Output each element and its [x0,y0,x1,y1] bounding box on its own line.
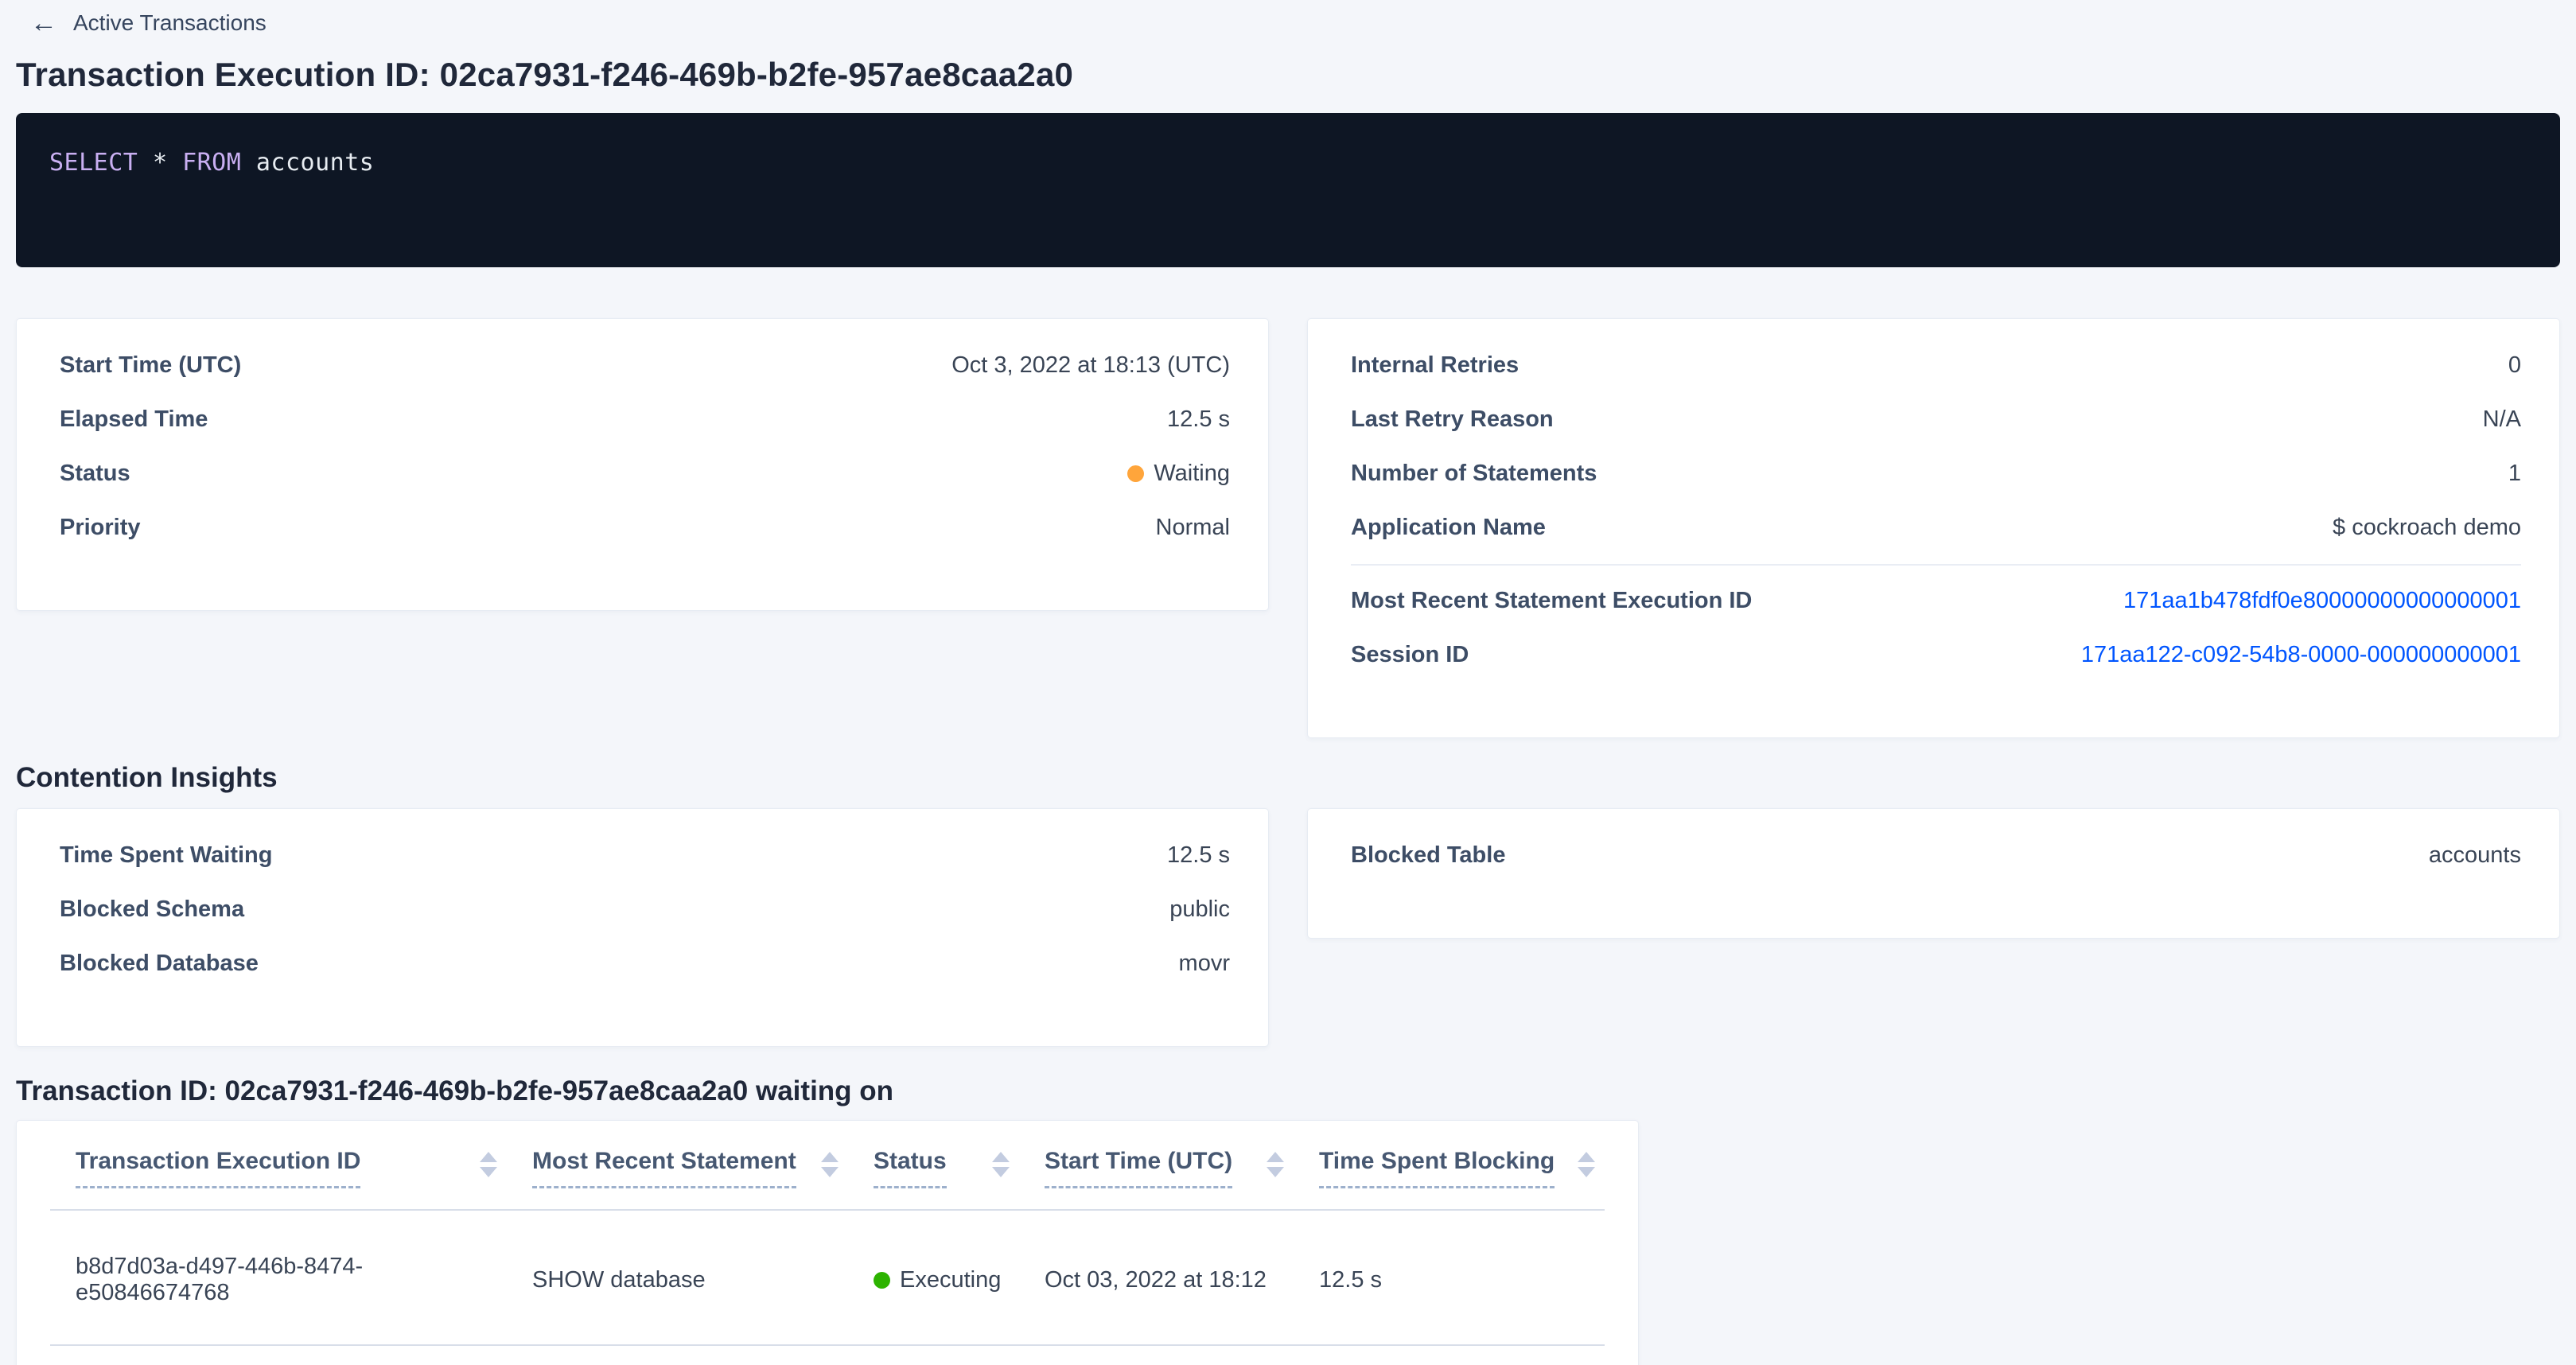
sql-statement: SELECT * FROM accounts [49,148,2527,178]
column-header-status[interactable]: Status [848,1148,1019,1188]
details-row-internal-retries: Internal Retries 0 [1351,338,2521,392]
waiting-transactions-table: Transaction Execution ID Most Recent Sta… [16,1120,1639,1365]
row-label: Blocked Database [60,951,259,977]
column-label: Most Recent Statement [532,1148,796,1188]
sql-statement-box: SELECT * FROM accounts [16,113,2560,267]
sql-keyword-select: SELECT [49,149,138,177]
row-value: N/A [2483,406,2521,433]
overview-row-priority: Priority Normal [60,500,1230,554]
contention-insights-heading: Contention Insights [16,762,2576,794]
contention-cards-row: Time Spent Waiting 12.5 s Blocked Schema… [16,808,2560,1047]
details-row-application-name: Application Name $ cockroach demo [1351,500,2521,554]
row-value: Normal [1156,515,1230,541]
row-label: Status [60,461,130,487]
table-header-row: Transaction Execution ID Most Recent Sta… [50,1148,1605,1211]
column-header-time-spent-blocking[interactable]: Time Spent Blocking [1294,1148,1605,1188]
details-card: Internal Retries 0 Last Retry Reason N/A… [1307,318,2560,738]
table-row: b8d7d03a-d497-446b-8474-e50846674768 SHO… [50,1211,1605,1346]
overview-card: Start Time (UTC) Oct 3, 2022 at 18:13 (U… [16,318,1269,611]
contention-row-blocked-schema: Blocked Schema public [60,882,1230,936]
details-row-number-of-statements: Number of Statements 1 [1351,446,2521,500]
row-label: Most Recent Statement Execution ID [1351,588,1752,614]
row-label: Last Retry Reason [1351,406,1554,433]
row-value: 12.5 s [1167,842,1230,869]
breadcrumb-label: Active Transactions [73,10,267,36]
row-value: 1 [2508,461,2521,487]
transaction-details-page: ← Active Transactions Transaction Execut… [0,0,2576,1365]
row-label: Start Time (UTC) [60,352,241,379]
session-id-link[interactable]: 171aa122-c092-54b8-0000-000000000001 [2081,642,2521,668]
column-label: Status [874,1148,947,1188]
card-divider [1351,564,2521,566]
page-title: Transaction Execution ID: 02ca7931-f246-… [16,56,2576,94]
sql-keyword-from: FROM [182,149,241,177]
column-header-transaction-execution-id[interactable]: Transaction Execution ID [50,1148,507,1188]
column-label: Start Time (UTC) [1045,1148,1232,1188]
sql-table-name: accounts [256,149,375,177]
sort-icon[interactable] [1267,1152,1284,1177]
row-label: Session ID [1351,642,1469,668]
cell-most-recent-statement: SHOW database [507,1267,848,1293]
arrow-left-icon: ← [30,10,57,37]
cell-transaction-execution-id: b8d7d03a-d497-446b-8474-e50846674768 [50,1254,507,1306]
details-row-session-id: Session ID 171aa122-c092-54b8-0000-00000… [1351,628,2521,682]
sort-icon[interactable] [992,1152,1010,1177]
sort-icon[interactable] [480,1152,497,1177]
status-text: Executing [900,1267,1001,1293]
sort-icon[interactable] [821,1152,839,1177]
waiting-status-dot-icon [1127,465,1144,482]
details-row-statement-execution-id: Most Recent Statement Execution ID 171aa… [1351,574,2521,628]
row-label: Application Name [1351,515,1546,541]
contention-row-blocked-database: Blocked Database movr [60,936,1230,990]
row-value: public [1169,896,1230,923]
contention-row-blocked-table: Blocked Table accounts [1351,828,2521,882]
row-label: Priority [60,515,141,541]
row-value: $ cockroach demo [2333,515,2521,541]
overview-row-elapsed-time: Elapsed Time 12.5 s [60,392,1230,446]
contention-row-time-spent-waiting: Time Spent Waiting 12.5 s [60,828,1230,882]
row-label: Blocked Schema [60,896,244,923]
column-header-most-recent-statement[interactable]: Most Recent Statement [507,1148,848,1188]
status-text: Waiting [1154,461,1230,487]
overview-row-start-time: Start Time (UTC) Oct 3, 2022 at 18:13 (U… [60,338,1230,392]
row-value: movr [1179,951,1230,977]
cell-start-time: Oct 03, 2022 at 18:12 [1019,1267,1294,1293]
column-label: Transaction Execution ID [76,1148,360,1188]
sql-star: * [153,149,168,177]
contention-right-card: Blocked Table accounts [1307,808,2560,939]
breadcrumb-active-transactions[interactable]: ← Active Transactions [0,0,267,37]
row-value: accounts [2429,842,2521,869]
row-label: Internal Retries [1351,352,1519,379]
details-row-last-retry-reason: Last Retry Reason N/A [1351,392,2521,446]
column-header-start-time[interactable]: Start Time (UTC) [1019,1148,1294,1188]
row-label: Number of Statements [1351,461,1597,487]
row-value: 0 [2508,352,2521,379]
row-label: Elapsed Time [60,406,208,433]
overview-row-status: Status Waiting [60,446,1230,500]
row-label: Time Spent Waiting [60,842,272,869]
sort-icon[interactable] [1578,1152,1595,1177]
status-badge: Waiting [1127,461,1230,487]
row-label: Blocked Table [1351,842,1505,869]
summary-cards-row: Start Time (UTC) Oct 3, 2022 at 18:13 (U… [16,318,2560,738]
waiting-on-heading: Transaction ID: 02ca7931-f246-469b-b2fe-… [16,1075,2576,1107]
row-value: Oct 3, 2022 at 18:13 (UTC) [951,352,1230,379]
contention-left-card: Time Spent Waiting 12.5 s Blocked Schema… [16,808,1269,1047]
statement-execution-id-link[interactable]: 171aa1b478fdf0e80000000000000001 [2123,588,2521,614]
cell-status: Executing [848,1267,1019,1293]
column-label: Time Spent Blocking [1319,1148,1555,1188]
cell-time-spent-blocking: 12.5 s [1294,1267,1605,1293]
row-value: 12.5 s [1167,406,1230,433]
executing-status-dot-icon [874,1272,890,1289]
